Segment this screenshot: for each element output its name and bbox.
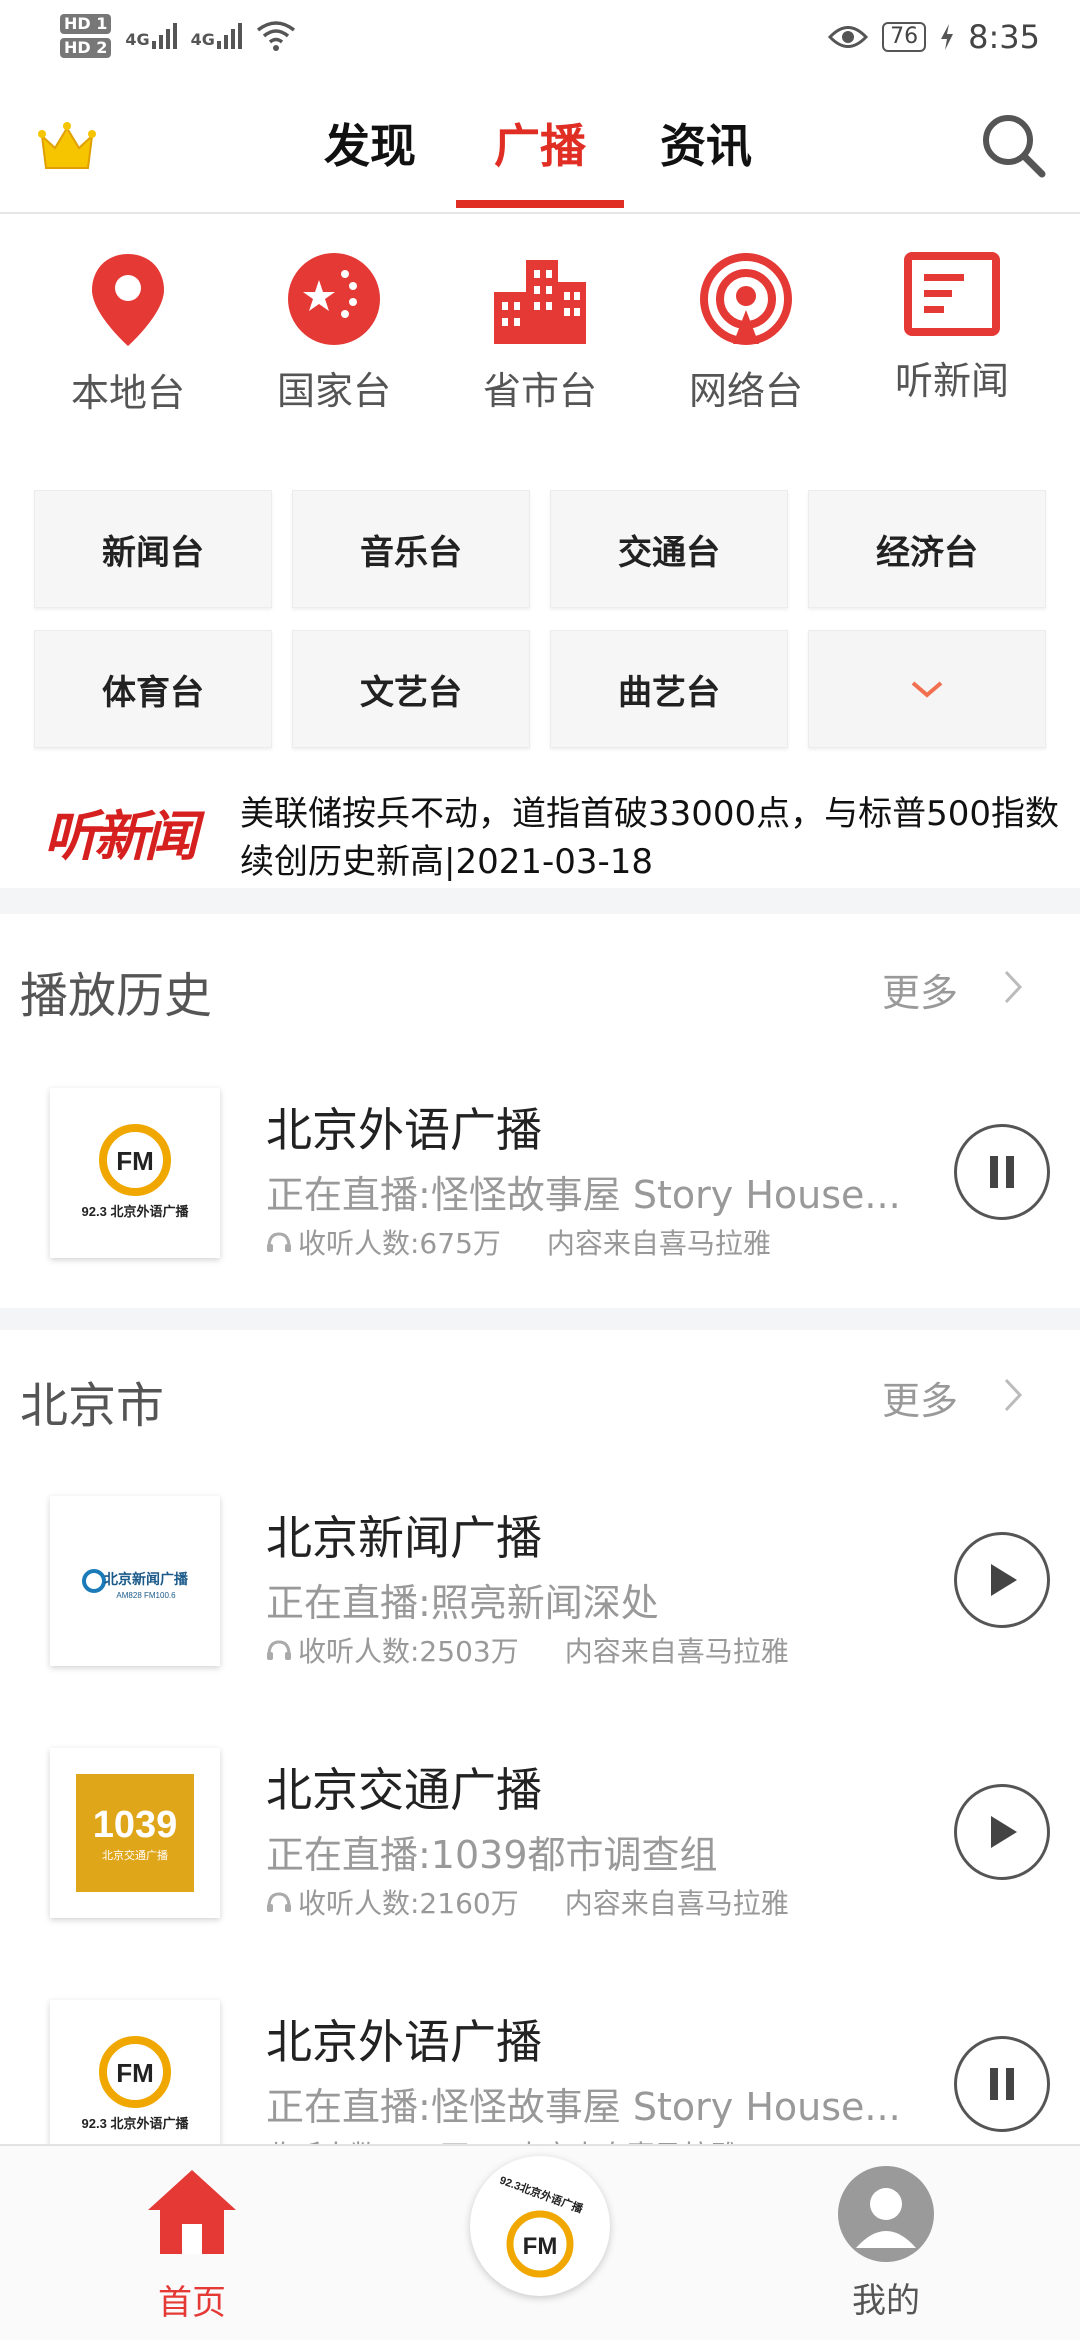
svg-text:FM: FM [116,1146,154,1176]
play-icon [991,1816,1017,1848]
active-tab-indicator [456,200,624,208]
now-playing-disc[interactable]: FM 92.3北京外语广播 [470,2156,610,2296]
pause-button[interactable] [954,1124,1050,1220]
category-province[interactable]: 省市台 [470,252,610,415]
history-more-link[interactable]: 更多 [882,962,958,1017]
content-source: 内容来自喜马拉雅 [564,1887,789,1920]
hd2-indicator: HD 2 [60,38,112,58]
category-listen-news[interactable]: 听新闻 [882,252,1022,405]
signal-1-icon: 4G [125,23,177,49]
play-icon [991,1564,1017,1596]
tab-discover[interactable]: 发现 [324,110,416,176]
pause-icon [990,1156,1014,1188]
traffic-logo-icon: 1039 北京交通广播 [76,1774,194,1892]
svg-text:92.3 北京外语广播: 92.3 北京外语广播 [82,1204,190,1219]
status-bar: HD 1 HD 2 4G 4G 76 8:35 [0,0,1080,80]
station-meta: 收听人数:2503万 内容来自喜马拉雅 [266,1630,789,1670]
station-logo[interactable]: 北京新闻广播 AM828 FM100.6 [50,1496,220,1666]
listener-count: 收听人数:2503万 [298,1635,519,1668]
content-source: 内容来自喜马拉雅 [564,1635,789,1668]
tab-broadcast[interactable]: 广播 [494,110,586,176]
section-divider [0,1308,1080,1330]
history-section-title: 播放历史 [20,968,213,1024]
station-live-program: 正在直播:1039都市调查组 [266,1833,718,1877]
listener-count: 收听人数:675万 [298,1227,501,1260]
svg-text:FM: FM [116,2058,154,2088]
expand-genres-button[interactable] [808,630,1046,748]
fm-logo-icon: FM 92.3 北京外语广播 [82,2036,190,2131]
content-source: 内容来自喜马拉雅 [546,1227,771,1260]
clock: 8:35 [968,18,1040,56]
buildings-icon [494,260,586,344]
station-meta: 收听人数:2160万 内容来自喜马拉雅 [266,1882,789,1922]
bjnews-logo-icon: 北京新闻广播 AM828 FM100.6 [82,1569,189,1600]
play-button[interactable] [954,1784,1050,1880]
headphones-icon [267,1892,291,1912]
national-flag-icon [288,253,380,345]
eye-icon [828,26,869,48]
news-headline[interactable]: 美联储按兵不动，道指首破33000点，与标普500指数续创历史新高|2021-0… [240,790,1060,886]
vip-crown-icon[interactable] [38,118,96,176]
nav-mine[interactable]: 我的 [834,2164,938,2322]
headphones-icon [267,1640,291,1660]
headphones-icon [267,1232,291,1252]
fm-logo-icon: FM 92.3 北京外语广播 [82,1124,190,1219]
station-live-program: 正在直播:照亮新闻深处 [266,1581,659,1625]
genre-sports-button[interactable]: 体育台 [34,630,272,748]
local-section-title: 北京市 [20,1378,165,1434]
genre-arts-button[interactable]: 文艺台 [292,630,530,748]
category-network[interactable]: 网络台 [676,252,816,415]
signal-2-icon: 4G [191,23,242,49]
station-name[interactable]: 北京新闻广播 [266,1502,542,1568]
chevron-right-icon[interactable] [1002,1376,1026,1414]
section-divider [0,888,1080,914]
broadcast-icon [700,253,792,345]
genre-quyi-button[interactable]: 曲艺台 [550,630,788,748]
search-icon[interactable] [980,112,1046,178]
svg-text:92.3北京外语广播: 92.3北京外语广播 [498,2173,586,2216]
station-logo[interactable]: FM 92.3 北京外语广播 [50,1088,220,1258]
svg-text:92.3 北京外语广播: 92.3 北京外语广播 [82,2116,190,2131]
category-national[interactable]: 国家台 [264,252,404,415]
station-name[interactable]: 北京交通广播 [266,1754,542,1820]
now-playing-logo-icon: FM 92.3北京外语广播 [498,2173,586,2278]
hd1-indicator: HD 1 [60,14,112,34]
station-live-program: 正在直播:怪怪故事屋 Story House... [266,2085,901,2129]
avatar-icon [838,2166,934,2262]
pause-button[interactable] [954,2036,1050,2132]
svg-text:AM828 FM100.6: AM828 FM100.6 [116,1591,176,1600]
wifi-icon [256,21,295,51]
listen-news-logo: 听新闻 [44,804,198,868]
location-pin-icon [92,254,164,346]
tab-news[interactable]: 资讯 [660,110,752,176]
play-button[interactable] [954,1532,1050,1628]
svg-text:FM: FM [523,2233,558,2260]
news-icon [904,252,1000,336]
chevron-right-icon[interactable] [1002,968,1026,1006]
genre-news-button[interactable]: 新闻台 [34,490,272,608]
chevron-down-icon [911,681,943,698]
category-local[interactable]: 本地台 [58,252,198,417]
local-more-link[interactable]: 更多 [882,1370,958,1425]
charging-icon [941,24,954,50]
battery-indicator: 76 [882,22,927,52]
genre-music-button[interactable]: 音乐台 [292,490,530,608]
station-meta: 收听人数:675万 内容来自喜马拉雅 [266,1222,771,1262]
station-live-program: 正在直播:怪怪故事屋 Story House... [266,1173,901,1217]
listener-count: 收听人数:2160万 [298,1887,519,1920]
station-name[interactable]: 北京外语广播 [266,2006,542,2072]
station-logo[interactable]: 1039 北京交通广播 [50,1748,220,1918]
bottom-nav: 首页 FM 92.3北京外语广播 我的 [0,2144,1080,2340]
pause-icon [990,2068,1014,2100]
genre-traffic-button[interactable]: 交通台 [550,490,788,608]
home-icon [148,2170,236,2254]
station-name[interactable]: 北京外语广播 [266,1094,542,1160]
genre-economy-button[interactable]: 经济台 [808,490,1046,608]
svg-text:北京新闻广播: 北京新闻广播 [104,1571,189,1588]
nav-home[interactable]: 首页 [140,2166,244,2324]
